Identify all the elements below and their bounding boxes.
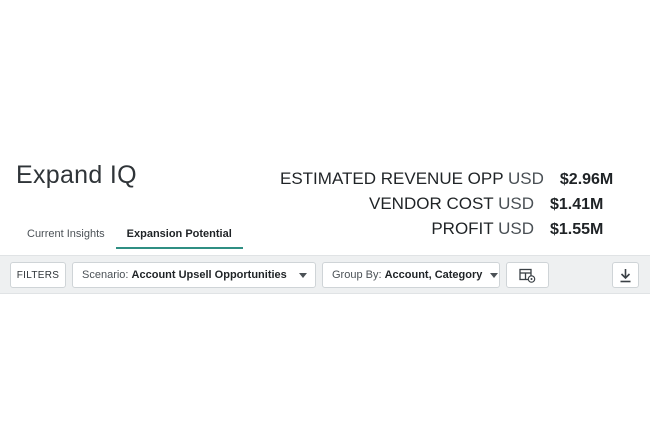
metric-value: $1.55M [550, 221, 604, 238]
metric-value: $2.96M [559, 171, 614, 188]
metric-revenue-opp: ESTIMATED REVENUE OPP USD $2.96M [280, 169, 620, 194]
tab-current-insights[interactable]: Current Insights [16, 218, 116, 249]
table-settings-icon [519, 268, 536, 283]
metric-unit: USD [498, 194, 534, 213]
column-settings-button[interactable] [506, 262, 549, 288]
metric-label: VENDOR COST USD [369, 194, 534, 214]
metric-profit: PROFIT USD $1.55M [280, 219, 620, 244]
download-icon [620, 268, 631, 282]
scenario-label: Scenario: [82, 269, 129, 281]
tab-expansion-potential[interactable]: Expansion Potential [115, 218, 243, 249]
metrics-summary: ESTIMATED REVENUE OPP USD $2.96M VENDOR … [280, 169, 620, 244]
scenario-select[interactable]: Scenario: Account Upsell Opportunities [72, 262, 316, 288]
metric-value: $1.41M [550, 196, 604, 213]
metric-vendor-cost: VENDOR COST USD $1.41M [280, 194, 620, 219]
caret-down-icon [490, 272, 499, 278]
metric-label-text: VENDOR COST [368, 194, 494, 213]
metric-label: ESTIMATED REVENUE OPP USD [280, 169, 544, 189]
metric-label: PROFIT USD [431, 219, 534, 239]
group-by-select-text: Group By: Account, Category [332, 269, 482, 281]
app-frame: Expand IQ ESTIMATED REVENUE OPP USD $2.9… [0, 0, 650, 444]
scenario-select-text: Scenario: Account Upsell Opportunities [82, 269, 287, 281]
scenario-value: Account Upsell Opportunities [131, 269, 287, 281]
metric-label-text: PROFIT [431, 219, 494, 238]
page-title: Expand IQ [16, 161, 137, 189]
filters-button[interactable]: FILTERS [10, 262, 66, 288]
group-by-value: Account, Category [384, 269, 483, 281]
metric-unit: USD [507, 169, 544, 188]
filter-toolbar: FILTERS Scenario: Account Upsell Opportu… [0, 255, 650, 294]
download-button[interactable] [612, 262, 639, 288]
caret-down-icon [299, 272, 307, 278]
group-by-label: Group By: [332, 269, 382, 281]
view-tabs: Current Insights Expansion Potential [16, 218, 243, 249]
metric-unit: USD [498, 219, 534, 238]
group-by-select[interactable]: Group By: Account, Category [322, 262, 500, 288]
metric-label-text: ESTIMATED REVENUE OPP [280, 169, 504, 188]
